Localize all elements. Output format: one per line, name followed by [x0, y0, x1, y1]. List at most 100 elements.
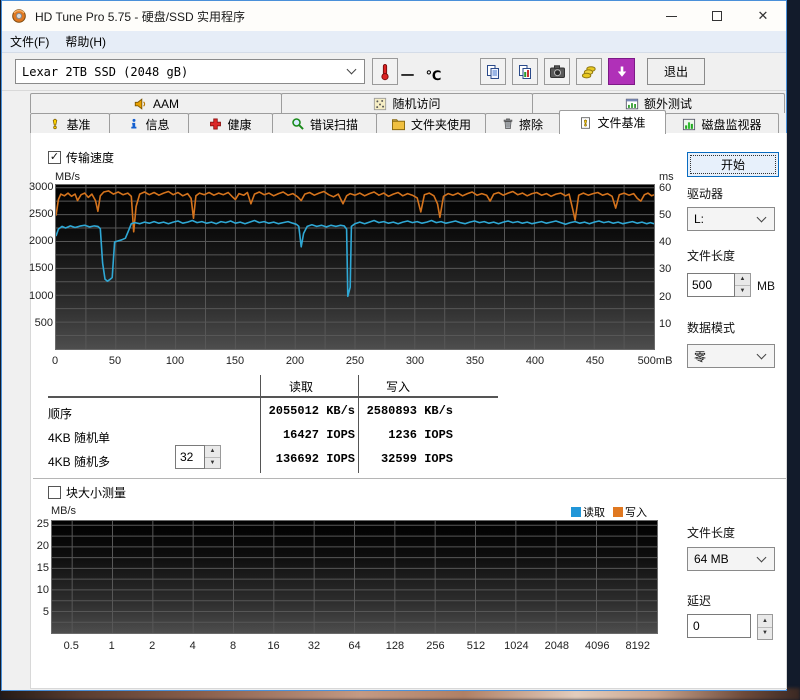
file-length-label: 文件长度: [687, 249, 736, 263]
device-select[interactable]: Lexar 2TB SSD (2048 gB): [15, 59, 365, 84]
tab-aam[interactable]: AAM: [30, 93, 282, 113]
menu-help[interactable]: 帮助(H): [57, 31, 114, 52]
chart2-legend: 读取 写入: [571, 504, 647, 520]
axis-tick-label: 400: [525, 355, 545, 367]
random-single-write-value: 1236 IOPS: [388, 428, 453, 442]
menu-file[interactable]: 文件(F): [2, 31, 57, 52]
sequential-read-value: 2055012 KB/s: [268, 404, 355, 418]
block-size-checkbox[interactable]: ✓ 块大小测量: [48, 484, 126, 501]
tab-file-benchmark[interactable]: 文件基准: [559, 110, 666, 134]
data-mode-select[interactable]: 零: [687, 344, 775, 368]
tab-error-scan[interactable]: 错误扫描: [272, 113, 377, 134]
tab-label: 擦除: [518, 117, 543, 132]
axis-tick-label: 1: [108, 640, 115, 652]
table-header-divider: [48, 396, 498, 398]
thermometer-icon: [381, 63, 389, 80]
drive-label: 驱动器: [687, 187, 724, 201]
save-results-button[interactable]: [608, 58, 635, 85]
section-divider: [33, 478, 786, 480]
file-benchmark-icon: [581, 116, 591, 129]
tab-label: 信息: [145, 117, 170, 132]
tab-label: 基准: [66, 117, 91, 132]
queue-depth-input[interactable]: [175, 445, 205, 469]
axis-tick-label: 300: [405, 355, 425, 367]
axis-tick-label: 350: [465, 355, 485, 367]
tab-erase[interactable]: 擦除: [485, 113, 560, 134]
chart1-y-unit-left: MB/s: [55, 171, 81, 183]
random-single-read-value: 16427 IOPS: [282, 428, 355, 442]
axis-tick-label: 100: [165, 355, 185, 367]
spinner-down-icon[interactable]: ▼: [758, 627, 772, 639]
menu-bar: 文件(F) 帮助(H): [2, 31, 786, 53]
sequential-write-value: 2580893 KB/s: [366, 404, 453, 418]
screenshot-button[interactable]: [544, 58, 570, 85]
block-size-label: 块大小测量: [66, 486, 127, 500]
write-legend-swatch: [613, 507, 623, 517]
axis-tick-label: 200: [285, 355, 305, 367]
spinner-up-icon[interactable]: ▲: [735, 274, 750, 286]
file-benchmark-page: ✓ 传输速度 MB/s ms 3000 2500 2000 1500 1000 500 6…: [29, 133, 787, 689]
tab-health[interactable]: 健康: [188, 113, 273, 134]
tab-label: AAM: [152, 96, 179, 111]
axis-tick-label: 20: [659, 290, 672, 303]
transfer-speed-checkbox[interactable]: ✓ 传输速度: [48, 149, 114, 166]
tab-info[interactable]: 信息: [109, 113, 189, 134]
block-file-length-select[interactable]: 64 MB: [687, 547, 775, 571]
axis-tick-label: 64: [348, 640, 361, 652]
copy-text-button[interactable]: [480, 58, 506, 85]
axis-tick-label: 50: [659, 208, 672, 221]
tab-benchmark[interactable]: 基准: [30, 113, 110, 134]
spinner-up-icon[interactable]: ▲: [205, 446, 220, 458]
drive-select[interactable]: L:: [687, 207, 775, 231]
copy-text-icon: [487, 64, 499, 79]
copy-image-icon: [519, 64, 531, 79]
axis-tick-label: 256: [426, 640, 445, 652]
spinner-up-icon[interactable]: ▲: [758, 615, 772, 628]
tab-folder-usage[interactable]: 文件夹使用: [376, 113, 486, 134]
spinner-down-icon[interactable]: ▼: [735, 285, 750, 296]
speaker-icon: [134, 97, 146, 110]
tab-random-access[interactable]: 随机访问: [281, 93, 533, 113]
minimize-button[interactable]: [648, 1, 694, 31]
donate-button[interactable]: [576, 58, 602, 85]
delay-input[interactable]: [687, 614, 751, 638]
minimize-icon: [665, 15, 677, 17]
axis-tick-label: 8: [230, 640, 237, 652]
queue-depth-spinner[interactable]: ▲ ▼: [175, 445, 221, 469]
close-icon: ✕: [757, 8, 769, 23]
delay-label: 延迟: [687, 594, 712, 608]
axis-tick-label: 2500: [29, 207, 54, 220]
title-bar[interactable]: HD Tune Pro 5.75 - 硬盘/SSD 实用程序 ✕: [2, 1, 786, 31]
axis-tick-label: 2: [149, 640, 156, 652]
extra-tests-icon: [625, 98, 639, 109]
error-scan-icon: [292, 118, 304, 130]
axis-tick-label: 500mB: [637, 355, 673, 367]
axis-tick-label: 5: [42, 606, 49, 619]
spinner-down-icon[interactable]: ▼: [205, 457, 220, 468]
axis-tick-label: 32: [307, 640, 321, 652]
exit-button[interactable]: 退出: [647, 58, 705, 85]
save-icon: [617, 66, 626, 77]
chevron-down-icon: [346, 64, 357, 75]
axis-tick-label: 3000: [29, 180, 54, 193]
axis-tick-label: 250: [345, 355, 365, 367]
copy-image-button[interactable]: [512, 58, 538, 85]
device-select-value: Lexar 2TB SSD (2048 gB): [22, 64, 189, 79]
tab-label: 健康: [227, 117, 252, 132]
delay-spinner[interactable]: ▲ ▼: [757, 614, 773, 640]
drive-select-value: L:: [694, 212, 705, 226]
tab-disk-monitor[interactable]: 磁盘监视器: [665, 113, 779, 134]
maximize-button[interactable]: [694, 1, 740, 31]
tab-row-secondary: AAM 随机访问 额外测试: [30, 93, 787, 113]
start-button[interactable]: 开始: [687, 152, 779, 177]
checkbox-check-icon: ✓: [48, 486, 61, 499]
axis-tick-label: 8192: [625, 640, 650, 652]
file-length-spinner[interactable]: ▲ ▼: [687, 273, 751, 297]
block-size-chart: [51, 520, 658, 634]
random-access-icon: [374, 97, 387, 110]
axis-tick-label: 4096: [585, 640, 610, 652]
file-length-input[interactable]: [687, 273, 735, 297]
temperature-button[interactable]: [372, 58, 398, 85]
close-button[interactable]: ✕: [740, 1, 786, 31]
axis-tick-label: 2000: [29, 235, 54, 248]
